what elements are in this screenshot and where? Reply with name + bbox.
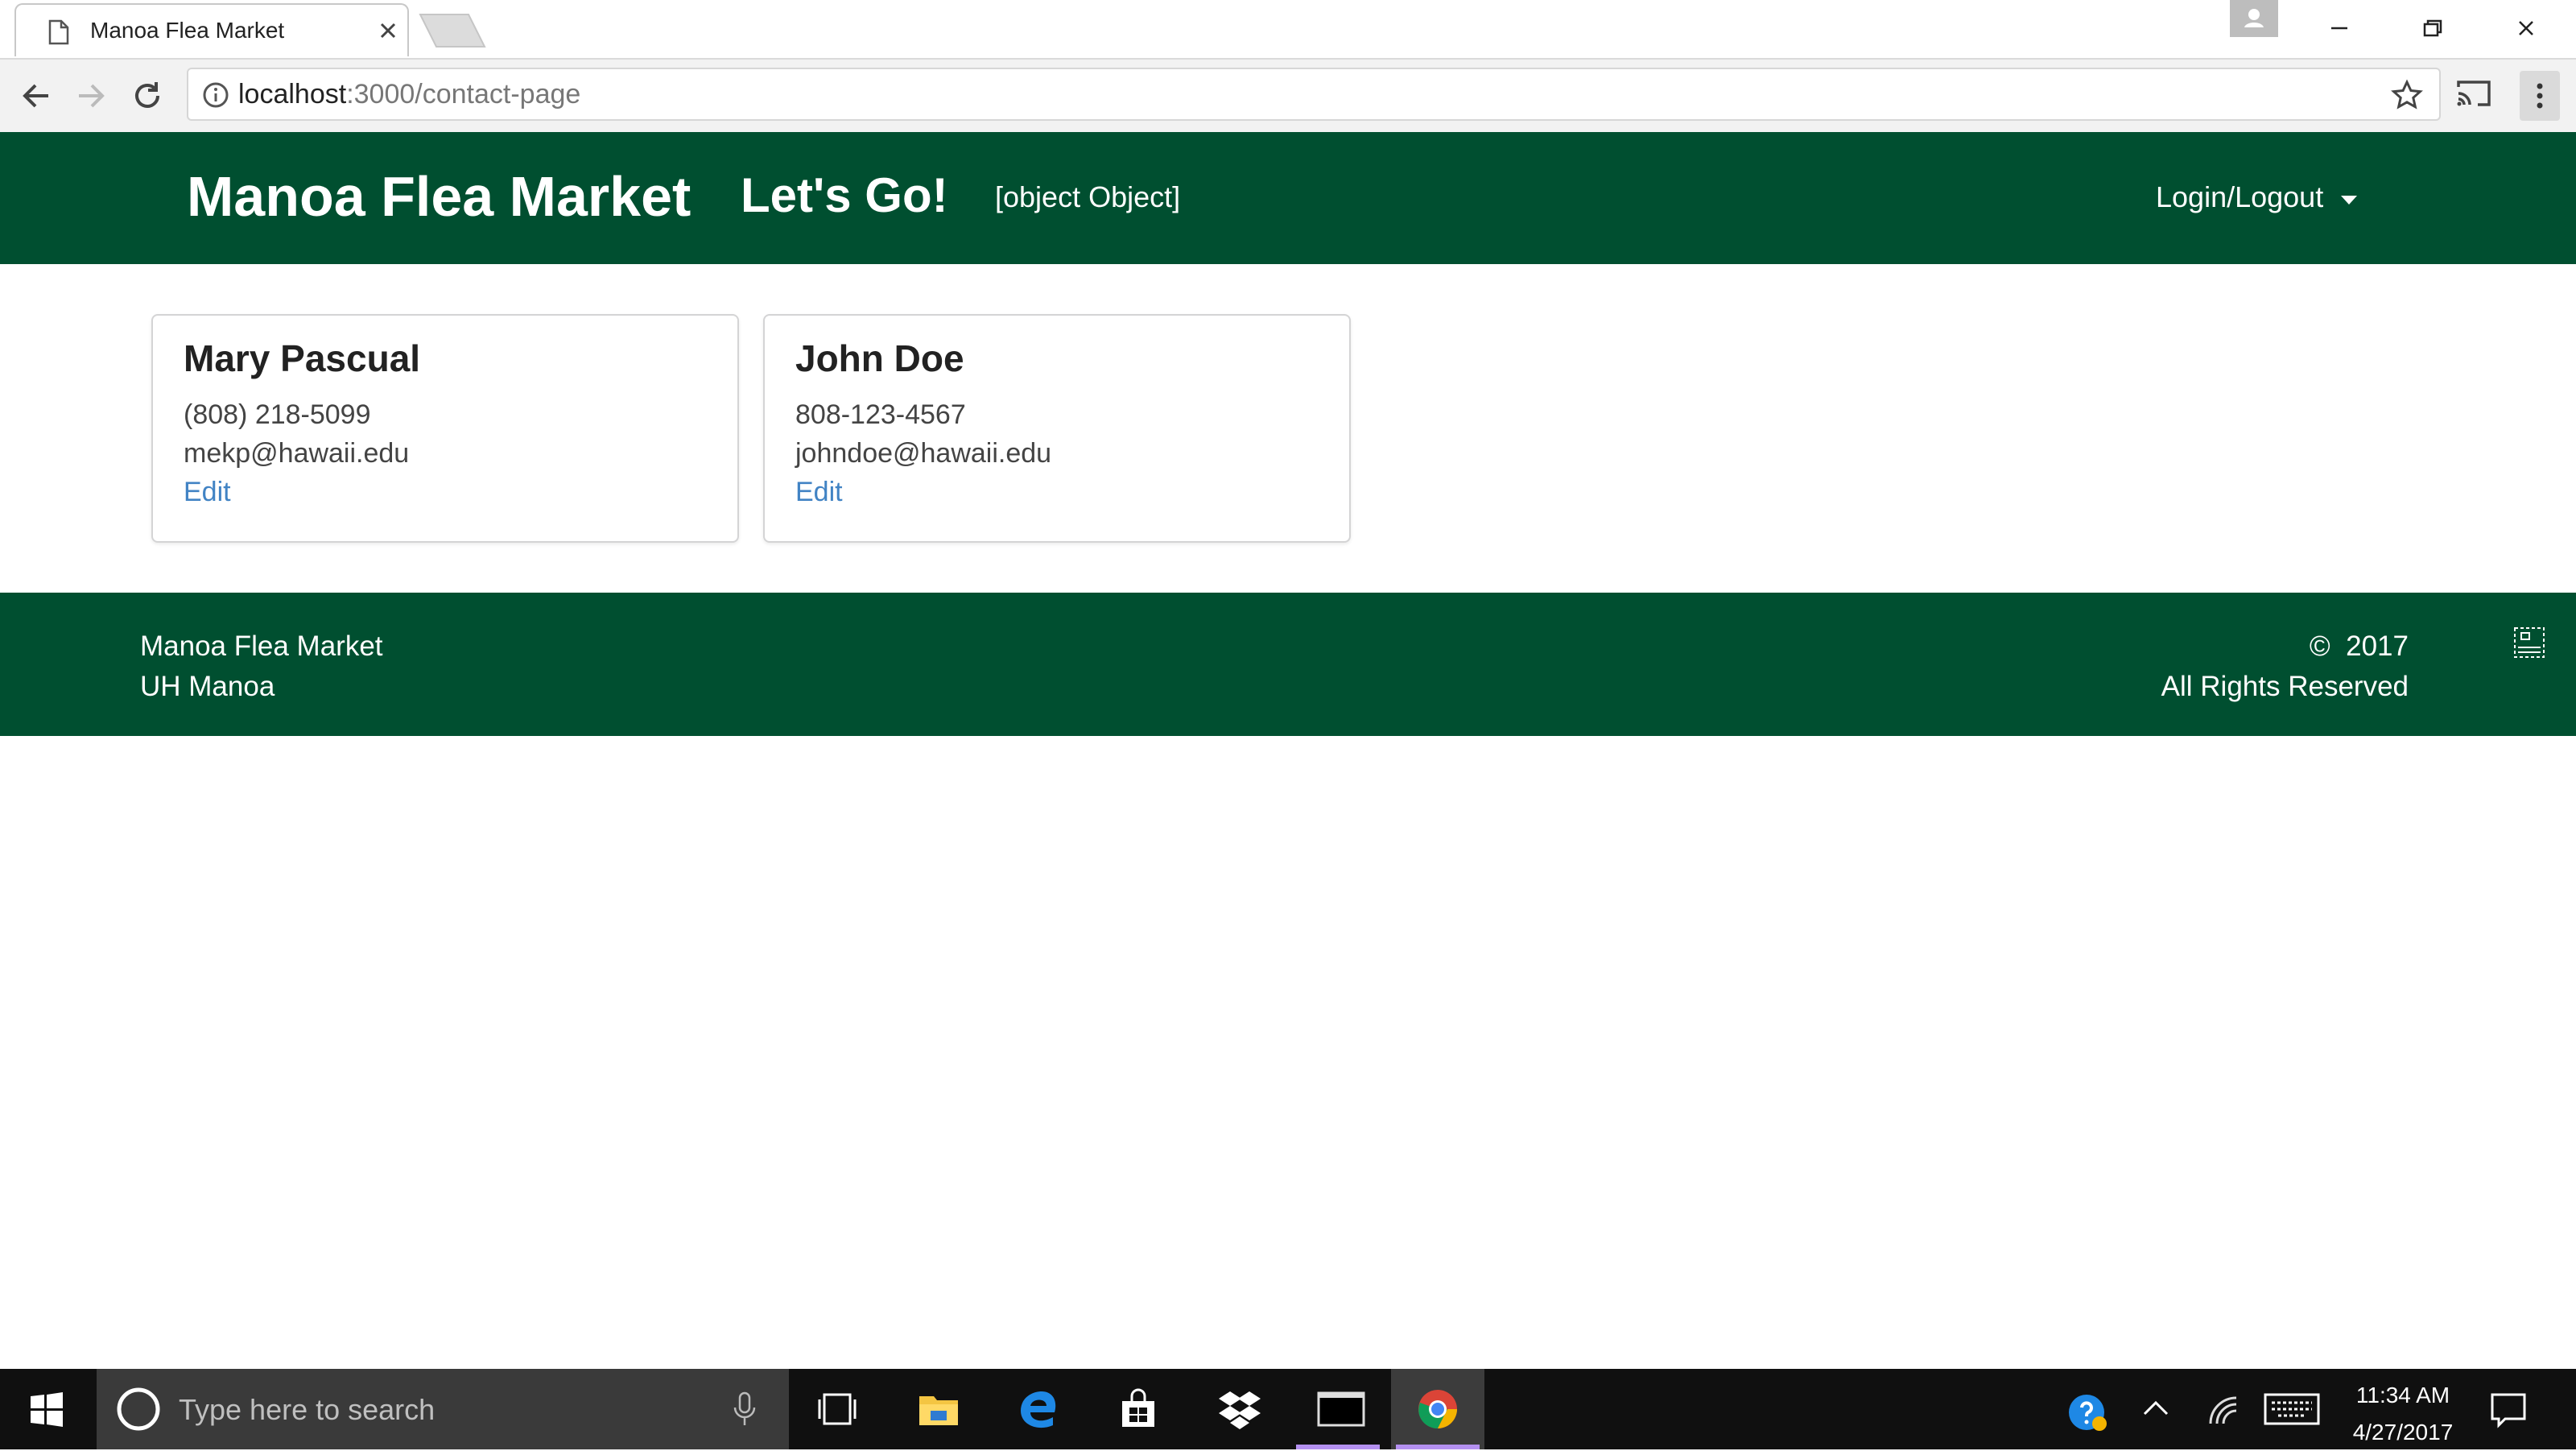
windows-start-icon[interactable]	[29, 1391, 64, 1427]
notification-center-icon[interactable]	[2489, 1391, 2528, 1428]
search-placeholder: Type here to search	[179, 1393, 436, 1426]
sep-badge-icon	[2513, 626, 2545, 659]
close-tab-icon[interactable]	[377, 19, 399, 42]
footer-rights: All Rights Reserved	[2161, 671, 2409, 702]
forward-icon[interactable]	[71, 76, 111, 116]
microphone-icon[interactable]	[733, 1391, 757, 1427]
brand-link[interactable]: Manoa Flea Market	[187, 164, 691, 229]
terminal-icon[interactable]	[1291, 1369, 1385, 1449]
login-logout-dropdown[interactable]: Login/Logout	[2156, 180, 2323, 214]
minimize-button[interactable]	[2302, 6, 2376, 50]
edge-browser-icon[interactable]	[992, 1369, 1085, 1449]
address-bar[interactable]: localhost:3000/contact-page	[187, 68, 2441, 121]
footer-site-name: Manoa Flea Market	[140, 630, 383, 662]
chrome-icon[interactable]	[1391, 1369, 1484, 1449]
contact-email: johndoe@hawaii.edu	[795, 438, 1052, 469]
browser-toolbar: localhost:3000/contact-page	[0, 60, 2576, 134]
chevron-down-icon[interactable]	[2339, 193, 2359, 206]
clock-date: 4/27/2017	[2352, 1420, 2454, 1445]
edit-contact-link[interactable]: Edit	[795, 477, 843, 508]
footer-org: UH Manoa	[140, 671, 275, 702]
cortana-icon[interactable]	[116, 1387, 161, 1432]
reload-icon[interactable]	[127, 76, 167, 116]
contact-phone: (808) 218-5099	[184, 399, 371, 430]
help-icon[interactable]	[2066, 1391, 2111, 1433]
restore-button[interactable]	[2396, 6, 2470, 50]
url-host: localhost	[238, 79, 347, 110]
contact-phone: 808-123-4567	[795, 399, 966, 430]
cast-icon[interactable]	[2455, 77, 2492, 110]
windows-taskbar: Type here to search 11:34 AM 4/27/2017	[0, 1369, 2576, 1449]
browser-tab-strip: Manoa Flea Market	[0, 0, 2576, 60]
file-explorer-icon[interactable]	[892, 1369, 985, 1449]
clock-time: 11:34 AM	[2355, 1383, 2450, 1408]
contact-card: John Doe 808-123-4567 johndoe@hawaii.edu…	[763, 314, 1351, 543]
object-link[interactable]: [object Object]	[995, 180, 1180, 214]
app-navbar: Manoa Flea Market Let's Go! [object Obje…	[0, 132, 2576, 264]
contact-card: Mary Pascual (808) 218-5099 mekp@hawaii.…	[151, 314, 739, 543]
footer-right: © 2017 All Rights Reserved	[2161, 626, 2409, 707]
contact-name: John Doe	[795, 337, 964, 379]
url-path: :3000/contact-page	[346, 79, 581, 110]
bookmark-star-icon[interactable]	[2391, 79, 2423, 111]
taskbar-clock[interactable]: 11:34 AM 4/27/2017	[2326, 1377, 2479, 1451]
page-footer: Manoa Flea Market UH Manoa © 2017 All Ri…	[0, 593, 2576, 736]
page-icon	[48, 19, 69, 45]
dropbox-icon[interactable]	[1191, 1369, 1285, 1449]
copyright-symbol: ©	[2309, 630, 2330, 662]
url-text[interactable]: localhost:3000/contact-page	[238, 79, 580, 110]
new-tab-button[interactable]	[419, 13, 486, 48]
lets-go-link[interactable]: Let's Go!	[741, 167, 948, 223]
footer-copyright: © 2017	[2161, 626, 2409, 667]
close-window-button[interactable]	[2489, 6, 2563, 50]
footer-left: Manoa Flea Market UH Manoa	[140, 626, 383, 707]
contact-email: mekp@hawaii.edu	[184, 438, 410, 469]
store-icon[interactable]	[1092, 1369, 1185, 1449]
chevron-up-icon[interactable]	[2141, 1391, 2170, 1424]
browser-tab[interactable]: Manoa Flea Market	[14, 3, 409, 56]
tab-title: Manoa Flea Market	[90, 18, 285, 43]
task-view-icon[interactable]	[791, 1369, 884, 1449]
site-info-icon[interactable]	[201, 81, 230, 110]
keyboard-icon[interactable]	[2264, 1391, 2320, 1427]
copyright-year: 2017	[2346, 630, 2409, 662]
back-icon[interactable]	[16, 76, 56, 116]
browser-menu-icon[interactable]	[2520, 71, 2560, 121]
edit-contact-link[interactable]: Edit	[184, 477, 231, 508]
taskbar-search-box[interactable]: Type here to search	[97, 1369, 789, 1449]
contact-name: Mary Pascual	[184, 337, 421, 379]
wifi-icon[interactable]	[2206, 1391, 2241, 1427]
profile-button[interactable]	[2230, 0, 2278, 37]
